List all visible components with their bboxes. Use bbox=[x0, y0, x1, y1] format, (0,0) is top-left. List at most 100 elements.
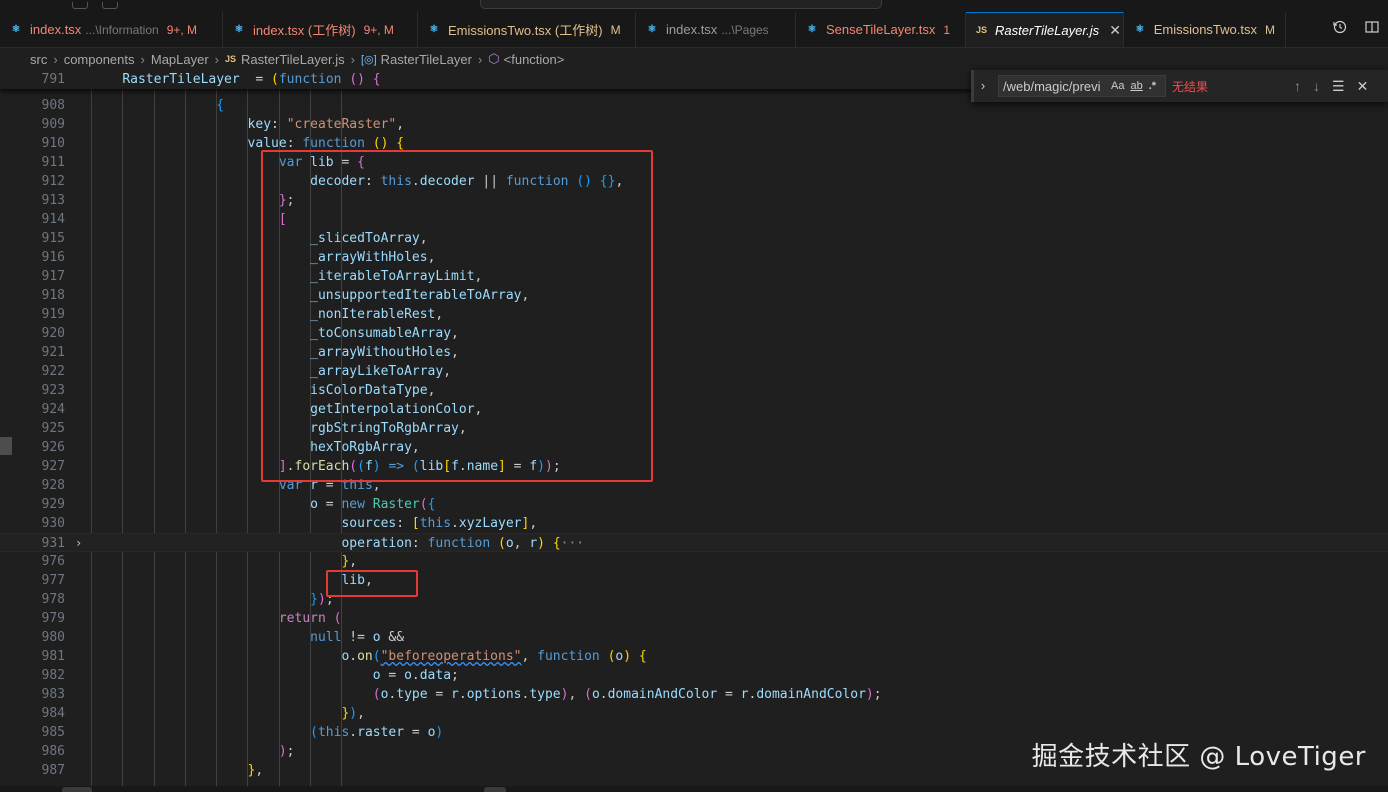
code-line[interactable]: 980 null != o && bbox=[0, 628, 1388, 647]
line-number: 925 bbox=[41, 421, 65, 436]
code-line[interactable]: 928 var r = this, bbox=[0, 476, 1388, 495]
code-line[interactable]: 915 _slicedToArray, bbox=[0, 229, 1388, 248]
tab-path: ...\Pages bbox=[721, 22, 769, 37]
code-editor[interactable]: 791 RasterTileLayer = (function () {908 … bbox=[0, 70, 1388, 792]
code-line[interactable]: 912 decoder: this.decoder || function ()… bbox=[0, 172, 1388, 191]
regex-icon[interactable]: .* bbox=[1149, 80, 1156, 92]
code-line[interactable]: 919 _nonIterableRest, bbox=[0, 305, 1388, 324]
arrow-down-icon[interactable]: ↓ bbox=[1313, 78, 1320, 94]
title-bar-control[interactable] bbox=[72, 2, 88, 9]
chevron-right-icon: › bbox=[140, 51, 145, 67]
line-number: 927 bbox=[41, 459, 65, 474]
command-center[interactable] bbox=[480, 0, 882, 9]
code-token: , bbox=[255, 763, 264, 778]
breadcrumb-item[interactable]: RasterTileLayer.js bbox=[241, 52, 345, 67]
code-token: on bbox=[357, 649, 373, 664]
history-icon[interactable] bbox=[1332, 19, 1348, 40]
tab-label: RasterTileLayer.js bbox=[995, 22, 1100, 38]
code-line[interactable]: 917 _iterableToArrayLimit, bbox=[0, 267, 1388, 286]
find-input[interactable]: /web/magic/previ Aa ab .* bbox=[998, 75, 1166, 97]
breadcrumb-item[interactable]: src bbox=[30, 52, 47, 67]
code-line[interactable]: 983 (o.type = r.options.type), (o.domain… bbox=[0, 685, 1388, 704]
code-token: { bbox=[372, 72, 381, 87]
code-line[interactable]: 929 o = new Raster({ bbox=[0, 495, 1388, 514]
code-line[interactable]: 931 › operation: function (o, r) {··· bbox=[0, 533, 1388, 552]
code-token: ( bbox=[419, 497, 428, 512]
tab-status-badge: M bbox=[1265, 22, 1275, 37]
code-token: : bbox=[286, 136, 303, 151]
tab-6[interactable]: ⚛ EmissionsTwo.tsx M bbox=[1124, 12, 1286, 47]
code-token: ) bbox=[278, 744, 287, 759]
tab-3[interactable]: ⚛ index.tsx ...\Pages bbox=[636, 12, 796, 47]
code-text: operation: function (o, r) {··· bbox=[91, 534, 584, 553]
code-line[interactable]: 977 lib, bbox=[0, 571, 1388, 590]
find-in-selection-icon[interactable]: ☰ bbox=[1332, 78, 1345, 95]
line-number: 924 bbox=[41, 402, 65, 417]
close-icon[interactable]: ✕ bbox=[1357, 78, 1369, 95]
code-line[interactable]: 978 }); bbox=[0, 590, 1388, 609]
match-case-icon[interactable]: Aa bbox=[1111, 80, 1124, 92]
code-line[interactable]: 981 o.on("beforeoperations", function (o… bbox=[0, 647, 1388, 666]
code-token: () bbox=[372, 136, 389, 151]
code-line[interactable]: 909 key: "createRaster", bbox=[0, 115, 1388, 134]
code-token: key bbox=[247, 117, 272, 132]
code-token: operation bbox=[341, 536, 412, 551]
line-number: 981 bbox=[41, 649, 65, 664]
breadcrumb-item[interactable]: MapLayer bbox=[151, 52, 209, 67]
tab-2[interactable]: ⚛ EmissionsTwo.tsx (工作树) M bbox=[418, 12, 636, 47]
code-line[interactable]: 923 isColorDataType, bbox=[0, 381, 1388, 400]
arrow-up-icon[interactable]: ↑ bbox=[1294, 78, 1301, 94]
editor-tab-bar: ⚛ index.tsx ...\Information 9+, M ⚛ index.tsx… bbox=[0, 12, 1388, 48]
code-line[interactable]: 927 ].forEach((f) => (lib[f.name] = f)); bbox=[0, 457, 1388, 476]
tab-0[interactable]: ⚛ index.tsx ...\Information 9+, M bbox=[0, 12, 223, 47]
code-text: }, bbox=[91, 552, 357, 571]
code-text: o = o.data; bbox=[91, 666, 459, 685]
code-line[interactable]: 982 o = o.data; bbox=[0, 666, 1388, 685]
title-bar-control[interactable] bbox=[102, 2, 118, 9]
line-number: 913 bbox=[41, 193, 65, 208]
code-token: function bbox=[278, 72, 342, 87]
code-text: RasterTileLayer = (function () { bbox=[91, 70, 381, 89]
code-text: null != o && bbox=[91, 628, 404, 647]
code-line[interactable]: 979 return ( bbox=[0, 609, 1388, 628]
code-token: } bbox=[310, 592, 318, 607]
code-line[interactable]: 984 }), bbox=[0, 704, 1388, 723]
code-token: r bbox=[451, 687, 459, 702]
chevron-right-icon[interactable]: › bbox=[75, 534, 82, 553]
tab-label: index.tsx bbox=[30, 22, 82, 37]
code-token: = bbox=[427, 687, 452, 702]
code-line[interactable]: 914 [ bbox=[0, 210, 1388, 229]
tab-1[interactable]: ⚛ index.tsx (工作树) 9+, M bbox=[223, 12, 418, 47]
tab-4[interactable]: ⚛ SenseTileLayer.tsx 1 bbox=[796, 12, 966, 47]
code-token: o bbox=[505, 536, 514, 551]
line-number: 915 bbox=[41, 231, 65, 246]
code-line[interactable]: 910 value: function () { bbox=[0, 134, 1388, 153]
match-whole-word-icon[interactable]: ab bbox=[1130, 80, 1142, 92]
code-line[interactable]: 976 }, bbox=[0, 552, 1388, 571]
toggle-replace-icon[interactable]: › bbox=[971, 70, 992, 102]
code-line[interactable]: 913 }; bbox=[0, 191, 1388, 210]
code-token: data bbox=[419, 668, 452, 683]
code-line[interactable]: 918 _unsupportedIterableToArray, bbox=[0, 286, 1388, 305]
chevron-right-icon: › bbox=[53, 51, 58, 67]
close-icon[interactable]: ✕ bbox=[1109, 22, 1121, 39]
editor-actions bbox=[1324, 12, 1388, 47]
code-line[interactable]: 921 _arrayWithoutHoles, bbox=[0, 343, 1388, 362]
code-text: (o.type = r.options.type), (o.domainAndC… bbox=[91, 685, 882, 704]
code-line[interactable]: 920 _toConsumableArray, bbox=[0, 324, 1388, 343]
code-line[interactable]: 930 sources: [this.xyzLayer], bbox=[0, 514, 1388, 533]
split-editor-icon[interactable] bbox=[1364, 19, 1380, 40]
code-line[interactable]: 922 _arrayLikeToArray, bbox=[0, 362, 1388, 381]
code-line[interactable]: 924 getInterpolationColor, bbox=[0, 400, 1388, 419]
breadcrumb-item[interactable]: <function> bbox=[504, 52, 565, 67]
line-number: 980 bbox=[41, 630, 65, 645]
breadcrumb-item[interactable]: RasterTileLayer bbox=[381, 52, 472, 67]
tab-5[interactable]: JS RasterTileLayer.js ✕ bbox=[966, 12, 1124, 47]
code-line[interactable]: 911 var lib = { bbox=[0, 153, 1388, 172]
code-line[interactable]: 925 rgbStringToRgbArray, bbox=[0, 419, 1388, 438]
breadcrumb-item[interactable]: components bbox=[64, 52, 135, 67]
code-line[interactable]: 926 hexToRgbArray, bbox=[0, 438, 1388, 457]
code-line[interactable]: 916 _arrayWithHoles, bbox=[0, 248, 1388, 267]
